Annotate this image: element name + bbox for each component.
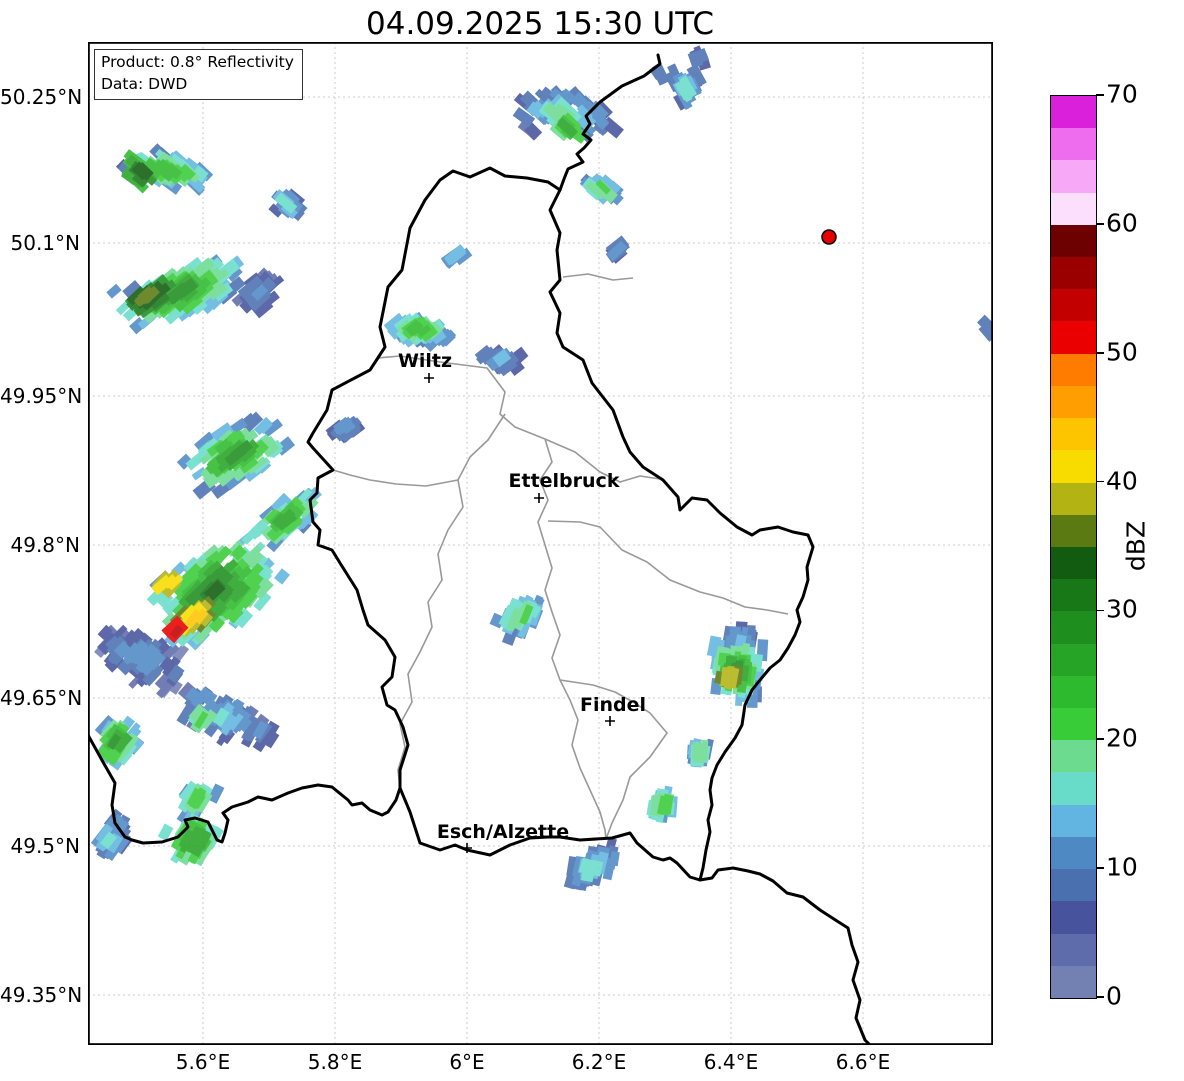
figure-title: 04.09.2025 15:30 UTC bbox=[366, 6, 714, 42]
colorbar-segment bbox=[1051, 385, 1096, 419]
plot-frame bbox=[88, 42, 993, 1045]
city-marker: Ettelbruck bbox=[509, 470, 620, 503]
colorbar-segment bbox=[1051, 740, 1096, 773]
colorbar-segment bbox=[1051, 611, 1096, 644]
colorbar-tick-mark bbox=[1096, 223, 1104, 225]
product-info-box: Product: 0.8° Reflectivity Data: DWD bbox=[94, 49, 303, 101]
radar-figure: 04.09.2025 15:30 UTC Wiltz Ettelbruck Find… bbox=[0, 0, 1184, 1081]
colorbar-segment bbox=[1051, 482, 1096, 515]
y-axis-tick-label: 49.8°N bbox=[10, 533, 81, 557]
colorbar-segment bbox=[1051, 289, 1096, 322]
colorbar-segment bbox=[1051, 836, 1096, 870]
colorbar-tick-label: 60 bbox=[1106, 208, 1138, 238]
city-label: Findel bbox=[580, 694, 646, 716]
colorbar-segment bbox=[1051, 965, 1096, 998]
colorbar-segment bbox=[1051, 546, 1096, 580]
colorbar-tick-label: 70 bbox=[1106, 79, 1138, 109]
gridlines bbox=[88, 42, 993, 1045]
product-info-line2: Data: DWD bbox=[101, 74, 188, 93]
y-axis-tick-label: 49.35°N bbox=[0, 983, 83, 1007]
city-label: Wiltz bbox=[398, 350, 452, 372]
colorbar-tick-mark bbox=[1096, 609, 1104, 612]
colorbar-tick-mark bbox=[1096, 94, 1104, 96]
y-axis-tick-label: 50.1°N bbox=[10, 231, 81, 255]
colorbar-segment bbox=[1051, 418, 1096, 451]
product-info-line1: Product: 0.8° Reflectivity bbox=[101, 53, 294, 71]
colorbar-segment bbox=[1051, 450, 1096, 483]
map-plot-area: Wiltz Ettelbruck Findel Esch/Alzette bbox=[88, 42, 993, 1045]
colorbar-tick-label: 0 bbox=[1106, 981, 1122, 1011]
colorbar-segment bbox=[1051, 901, 1096, 934]
colorbar-tick-label: 40 bbox=[1106, 465, 1138, 495]
x-axis-tick-label: 6.6°E bbox=[835, 1050, 891, 1074]
colorbar-segment bbox=[1051, 160, 1096, 193]
colorbar-tick-mark bbox=[1096, 867, 1104, 869]
colorbar-segment bbox=[1051, 95, 1096, 129]
city-label: Ettelbruck bbox=[509, 470, 620, 492]
city-marker: Wiltz bbox=[398, 350, 452, 383]
colorbar-tick-mark bbox=[1096, 351, 1104, 354]
colorbar-segment bbox=[1051, 804, 1096, 837]
colorbar-segment bbox=[1051, 869, 1096, 902]
colorbar-tick-mark bbox=[1096, 738, 1104, 741]
colorbar-segment bbox=[1051, 933, 1096, 966]
colorbar-segment bbox=[1051, 256, 1096, 290]
colorbar-tick-mark bbox=[1096, 480, 1104, 483]
colorbar-segment bbox=[1051, 192, 1096, 225]
city-label: Esch/Alzette bbox=[437, 821, 569, 843]
colorbar-segment bbox=[1051, 708, 1096, 741]
colorbar-segment bbox=[1051, 224, 1096, 257]
colorbar-tick-label: 30 bbox=[1106, 594, 1138, 624]
x-axis-tick-label: 5.8°E bbox=[307, 1050, 363, 1074]
colorbar-tick-label: 10 bbox=[1106, 852, 1138, 882]
y-axis-tick-label: 49.5°N bbox=[10, 834, 81, 858]
colorbar-segment bbox=[1051, 321, 1096, 354]
colorbar-tick-mark bbox=[1096, 996, 1104, 998]
colorbar-segment bbox=[1051, 579, 1096, 612]
colorbar-tick-label: 20 bbox=[1106, 723, 1138, 753]
x-axis-tick-label: 5.6°E bbox=[175, 1050, 231, 1074]
x-axis-tick-label: 6°E bbox=[449, 1050, 485, 1074]
colorbar-segment bbox=[1051, 128, 1096, 161]
colorbar bbox=[1050, 95, 1097, 999]
y-axis-tick-label: 50.25°N bbox=[0, 85, 83, 109]
colorbar-segment bbox=[1051, 353, 1096, 386]
country-borders bbox=[88, 53, 872, 1045]
colorbar-segment bbox=[1051, 643, 1096, 676]
x-axis-tick-label: 6.2°E bbox=[571, 1050, 627, 1074]
colorbar-segment bbox=[1051, 772, 1096, 805]
radar-echoes bbox=[90, 45, 993, 892]
radar-site-dot bbox=[821, 229, 837, 245]
colorbar-segment bbox=[1051, 514, 1096, 547]
y-axis-tick-label: 49.95°N bbox=[0, 384, 83, 408]
city-marker: Findel bbox=[580, 694, 646, 726]
x-axis-tick-label: 6.4°E bbox=[703, 1050, 759, 1074]
colorbar-segment bbox=[1051, 675, 1096, 709]
colorbar-unit-label: dBZ bbox=[1121, 520, 1151, 572]
colorbar-tick-label: 50 bbox=[1106, 337, 1138, 367]
y-axis-tick-label: 49.65°N bbox=[0, 686, 83, 710]
